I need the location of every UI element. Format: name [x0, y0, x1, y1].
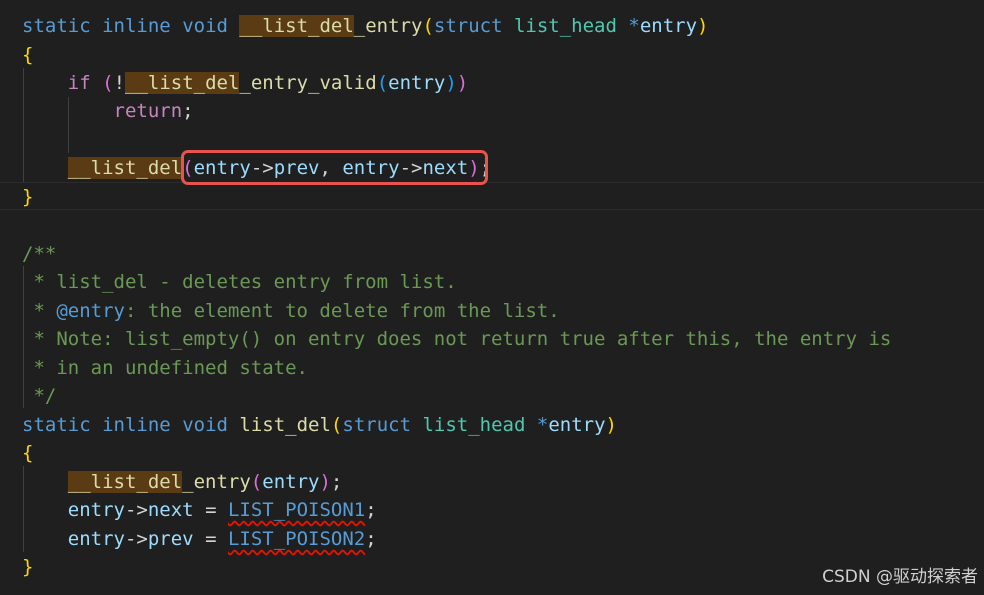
code-line: { — [22, 442, 34, 464]
comment-line: */ — [22, 385, 57, 407]
comment-line: * list_del - deletes entry from list. — [22, 271, 457, 293]
comment-line: * Note: list_empty() on entry does not r… — [22, 328, 892, 350]
code-editor[interactable]: static inline void __list_del_entry(stru… — [0, 0, 984, 595]
comment-line: * @entry: the element to delete from the… — [22, 300, 560, 322]
comment-line: * in an undefined state. — [22, 357, 308, 379]
code-line: } — [22, 186, 34, 208]
code-line: static inline void list_del(struct list_… — [22, 414, 617, 436]
undefined-macro-squiggle: LIST_POISON2 — [227, 528, 366, 550]
comment-line: /** — [22, 243, 57, 265]
watermark: CSDN @驱动探索者 — [822, 567, 978, 587]
annotation-red-box — [181, 150, 488, 185]
code-line: entry->next = LIST_POISON1; — [67, 499, 377, 521]
undefined-macro-squiggle: LIST_POISON1 — [227, 499, 366, 521]
code-line: { — [22, 44, 34, 66]
code-line: static inline void __list_del_entry(stru… — [22, 15, 709, 37]
code-line: __list_del_entry(entry); — [67, 471, 343, 493]
code-line: } — [22, 556, 34, 578]
current-line-highlight — [0, 182, 984, 210]
code-line: return; — [113, 100, 194, 122]
code-line: if (!__list_del_entry_valid(entry)) — [67, 72, 469, 94]
code-line: entry->prev = LIST_POISON2; — [67, 528, 377, 550]
